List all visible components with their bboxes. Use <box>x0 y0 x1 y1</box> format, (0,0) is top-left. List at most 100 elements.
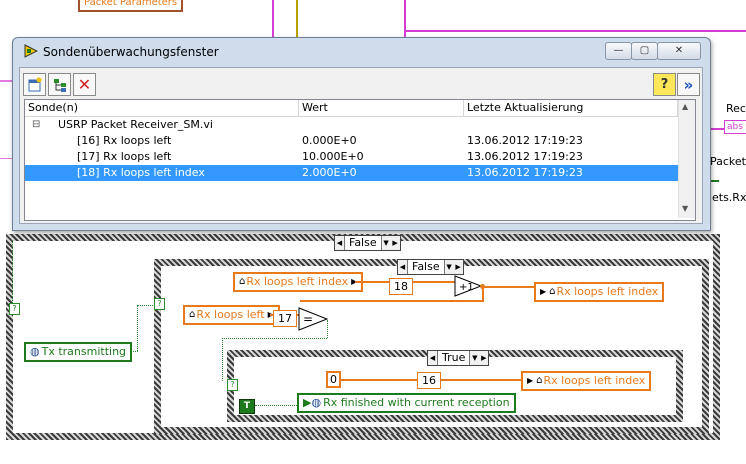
rx-finished-label: Rx finished with current reception <box>323 396 510 409</box>
middle-selector-prev-icon[interactable]: ◀ <box>398 260 407 274</box>
column-header-value[interactable]: Wert <box>299 100 464 116</box>
house-icon: ⌂ <box>549 286 556 297</box>
equal-symbol: = <box>303 312 313 326</box>
rx-loops-left-read[interactable]: ⌂ Rx loops left ▶ <box>183 305 280 325</box>
probe-value: 10.000E+0 <box>302 150 364 163</box>
probe-value: 0.000E+0 <box>302 134 357 147</box>
inner-selector-prev-icon[interactable]: ◀ <box>428 351 437 365</box>
delete-probe-button[interactable]: ✕ <box>73 73 96 96</box>
right-node-abs-label: abs <box>727 122 743 132</box>
inner-selector-next-icon[interactable]: ▶ <box>479 351 488 365</box>
close-button[interactable]: ✕ <box>657 42 701 60</box>
rx-loops-left-index-read[interactable]: ⌂ Rx loops left index ▶ <box>233 272 364 292</box>
rx-loops-left-index-write-2[interactable]: ▶ ⌂ Rx loops left index <box>521 371 652 391</box>
outer-case-terminal: ? <box>9 303 20 315</box>
minimize-button[interactable]: — <box>605 42 632 60</box>
probe-row[interactable]: [16] Rx loops left 0.000E+0 13.06.2012 1… <box>25 133 678 149</box>
probe-16[interactable]: 16 <box>417 372 441 389</box>
input-arrow-icon: ▶ <box>527 376 534 385</box>
pink-wire-left2 <box>0 158 12 159</box>
probe-18[interactable]: 18 <box>389 278 413 295</box>
window-titlebar[interactable]: Sondenüberwachungsfenster — ▢ ✕ <box>13 38 710 65</box>
tree-view-icon <box>53 78 66 92</box>
inner-selector-value[interactable]: True <box>437 351 471 365</box>
wire-inc-down <box>482 286 484 300</box>
middle-selector-dropdown-icon[interactable]: ▼ <box>445 260 454 274</box>
probe-name: [16] Rx loops left <box>77 134 172 147</box>
middle-case-terminal: ? <box>154 298 165 310</box>
rx-loops-left-read-label: Rx loops left <box>196 308 265 321</box>
inner-case-selector[interactable]: ◀ True ▼ ▶ <box>427 350 490 366</box>
probe-value: 2.000E+0 <box>302 166 357 179</box>
outer-selector-dropdown-icon[interactable]: ▼ <box>382 236 391 250</box>
tx-transmitting-node[interactable]: ◍ Tx transmitting <box>24 342 133 362</box>
middle-selector-next-icon[interactable]: ▶ <box>454 260 463 274</box>
help-button[interactable]: ? <box>653 73 676 96</box>
right-label-ets-rx: ets.Rx <box>712 191 746 204</box>
column-header-last-update[interactable]: Letzte Aktualisierung <box>464 100 678 116</box>
tree-root-row[interactable]: ⊟ USRP Packet Receiver_SM.vi <box>25 117 678 133</box>
increment-function[interactable]: +1 <box>454 275 482 297</box>
packet-parameters-node[interactable]: Packet Parameters <box>78 0 184 12</box>
pink-wire-h1 <box>404 30 746 32</box>
probe-17[interactable]: 17 <box>273 310 297 327</box>
equal-function[interactable]: = <box>298 307 328 331</box>
probe-list-scrollbar[interactable]: ▲ ▼ <box>678 100 695 218</box>
house-icon: ⌂ <box>239 276 246 287</box>
probe-list-header: Sonde(n) Wert Letzte Aktualisierung <box>25 100 678 117</box>
increment-symbol: +1 <box>459 282 474 293</box>
outer-terminal-wire <box>12 240 13 303</box>
probe-name: [17] Rx loops left <box>77 150 172 163</box>
wire-inc-out <box>481 286 534 288</box>
pink-wire-v1 <box>272 0 274 37</box>
right-label-packets: Packets <box>710 155 746 168</box>
labview-probe-icon <box>24 44 38 58</box>
expand-button[interactable]: » <box>677 73 700 96</box>
tx-transmitting-label: Tx transmitting <box>41 345 127 358</box>
probe-row[interactable]: [17] Rx loops left 10.000E+0 13.06.2012 … <box>25 149 678 165</box>
rx-loops-left-index-write-1-label: Rx loops left index <box>556 285 659 298</box>
packet-parameters-label: Packet Parameters <box>84 0 178 8</box>
restore-button[interactable]: ▢ <box>631 42 658 60</box>
input-arrow-icon: ▶ <box>540 287 547 296</box>
probe-list[interactable]: Sonde(n) Wert Letzte Aktualisierung ⊟ US… <box>24 99 696 221</box>
new-probe-button[interactable] <box>23 73 46 96</box>
house-icon: ⌂ <box>189 309 196 320</box>
house-icon: ⌂ <box>536 375 543 386</box>
outer-selector-prev-icon[interactable]: ◀ <box>335 236 344 250</box>
middle-case-selector[interactable]: ◀ False ▼ ▶ <box>397 259 464 275</box>
tx-wire-h2 <box>137 305 155 306</box>
inner-case-terminal: ? <box>227 379 238 391</box>
right-node-abs[interactable]: abs <box>724 120 746 134</box>
outer-selector-next-icon[interactable]: ▶ <box>391 236 400 250</box>
right-label-rece: Rece <box>726 102 746 115</box>
scroll-down-icon[interactable]: ▼ <box>682 204 688 213</box>
equal-out-wire-h <box>222 338 327 339</box>
inner-selector-dropdown-icon[interactable]: ▼ <box>470 351 479 365</box>
probe-updated: 13.06.2012 17:19:23 <box>467 166 583 179</box>
help-icon: ? <box>660 77 669 92</box>
wire-to-equal-top <box>300 300 484 302</box>
probe-updated: 13.06.2012 17:19:23 <box>467 150 583 163</box>
input-arrow-icon: ▶ <box>303 396 312 409</box>
rx-loops-left-index-read-label: Rx loops left index <box>246 275 349 288</box>
globe-icon: ◍ <box>311 396 322 409</box>
column-header-probes[interactable]: Sonde(n) <box>25 100 299 116</box>
window-client: ✕ ? » Sonde(n) Wert Letzte Aktualisierun… <box>19 67 703 224</box>
scroll-up-icon[interactable]: ▲ <box>682 102 688 111</box>
outer-selector-value[interactable]: False <box>344 236 382 250</box>
rx-finished-node[interactable]: ▶ ◍ Rx finished with current reception <box>297 393 516 413</box>
probe-watch-window[interactable]: Sondenüberwachungsfenster — ▢ ✕ ✕ ? » So… <box>12 37 711 231</box>
outer-case-selector[interactable]: ◀ False ▼ ▶ <box>334 235 401 251</box>
tree-view-button[interactable] <box>48 73 71 96</box>
middle-selector-value[interactable]: False <box>407 260 445 274</box>
rx-loops-left-index-write-1[interactable]: ▶ ⌂ Rx loops left index <box>534 282 665 302</box>
probe-updated: 13.06.2012 17:19:23 <box>467 134 583 147</box>
tree-collapse-icon[interactable]: ⊟ <box>32 117 40 133</box>
delete-probe-icon: ✕ <box>77 75 92 94</box>
equal-out-wire-v1 <box>327 320 328 338</box>
pink-wire-right <box>709 128 725 130</box>
new-probe-icon <box>28 77 41 91</box>
probe-row-selected[interactable]: [18] Rx loops left index 2.000E+0 13.06.… <box>25 165 678 181</box>
true-constant[interactable]: T <box>239 399 255 414</box>
